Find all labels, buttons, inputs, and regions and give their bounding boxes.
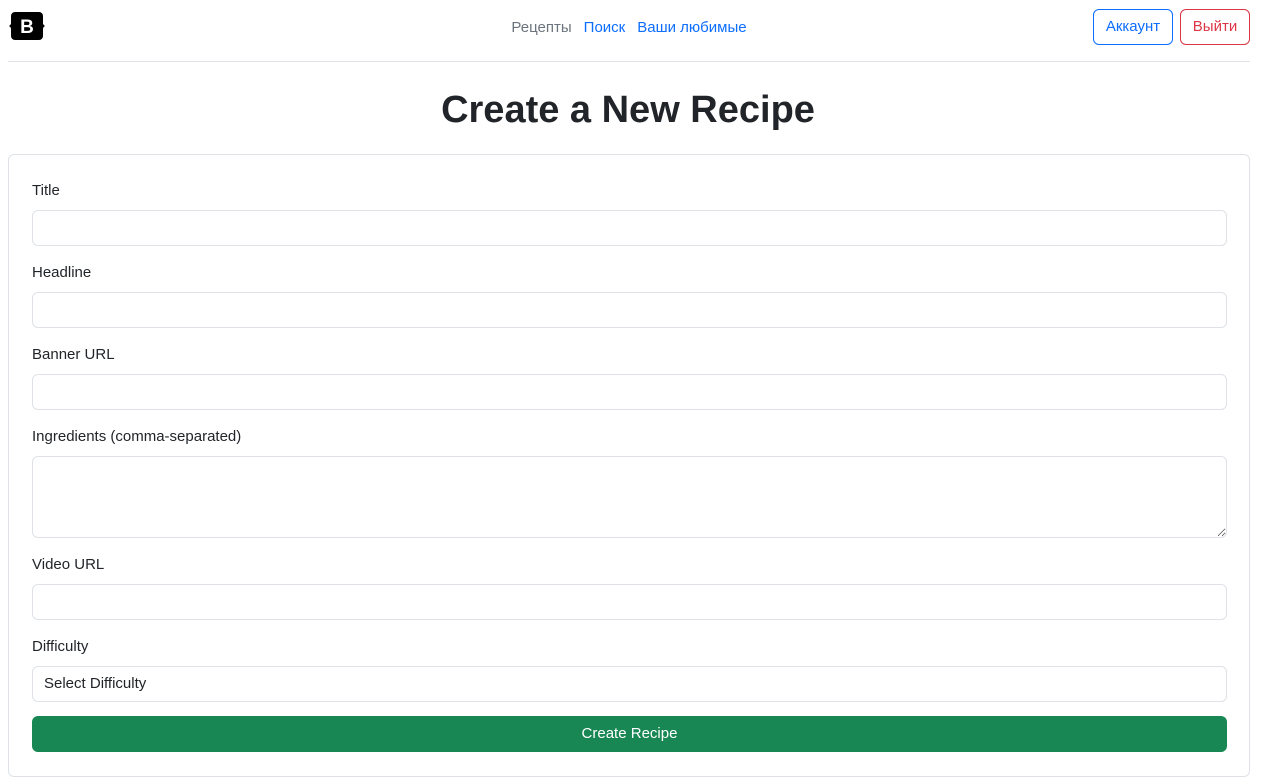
- video-url-label: Video URL: [32, 556, 105, 573]
- nav-link-favorites[interactable]: Ваши любимые: [637, 19, 746, 36]
- ingredients-field-group: Ingredients (comma-separated): [32, 428, 1227, 538]
- navbar: B Рецепты Поиск Ваши любимые Аккаунт Выйти: [8, 0, 1250, 62]
- nav-links: Рецепты Поиск Ваши любимые: [8, 19, 1250, 37]
- difficulty-field-group: Difficulty Select Difficulty: [32, 638, 1227, 702]
- banner-url-field-group: Banner URL: [32, 346, 1227, 410]
- banner-url-input[interactable]: [32, 374, 1227, 410]
- difficulty-label: Difficulty: [32, 638, 89, 655]
- account-button[interactable]: Аккаунт: [1093, 9, 1173, 45]
- page-title: Create a New Recipe: [441, 89, 815, 131]
- video-url-field-group: Video URL: [32, 556, 1227, 620]
- headline-label: Headline: [32, 264, 92, 281]
- ingredients-label: Ingredients (comma-separated): [32, 428, 242, 445]
- nav-link-recipes[interactable]: Рецепты: [511, 19, 571, 36]
- logout-button[interactable]: Выйти: [1180, 9, 1250, 45]
- recipe-form-card: Title Headline Banner URL Ingredients (c…: [8, 154, 1250, 777]
- difficulty-select[interactable]: Select Difficulty: [32, 666, 1227, 702]
- nav-link-search[interactable]: Поиск: [584, 19, 626, 36]
- title-label: Title: [32, 182, 60, 199]
- title-field-group: Title: [32, 182, 1227, 246]
- headline-field-group: Headline: [32, 264, 1227, 328]
- headline-input[interactable]: [32, 292, 1227, 328]
- banner-url-label: Banner URL: [32, 346, 115, 363]
- difficulty-selected-value: Select Difficulty: [44, 675, 147, 692]
- create-recipe-button[interactable]: Create Recipe: [32, 716, 1227, 752]
- video-url-input[interactable]: [32, 584, 1227, 620]
- ingredients-textarea[interactable]: [32, 456, 1227, 538]
- title-input[interactable]: [32, 210, 1227, 246]
